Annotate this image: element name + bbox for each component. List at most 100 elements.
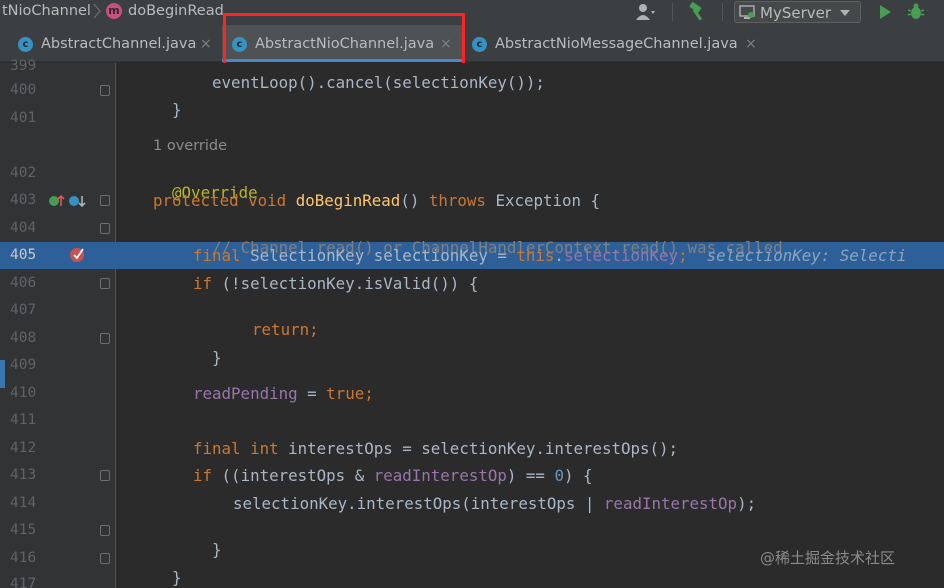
line-number: 414 (10, 495, 37, 511)
scroll-marker (0, 360, 5, 388)
code-text: } (172, 100, 182, 119)
breadcrumb-separator-icon (93, 3, 101, 19)
line-number: 401 (10, 110, 37, 126)
code-line-407: return; (233, 301, 319, 339)
line-number: 413 (10, 467, 37, 483)
code-text: . (554, 246, 564, 265)
line-number: 404 (10, 220, 37, 236)
code-line-413: if ((interestOps & readInterestOp) == 0)… (193, 466, 593, 485)
java-class-icon: c (472, 37, 487, 52)
line-number: 411 (10, 412, 37, 428)
code-text: ((interestOps & (221, 466, 374, 485)
line-number: 415 (10, 522, 37, 538)
line-number: 416 (10, 550, 37, 566)
code-line-399: eventLoop().cancel(selectionKey()); (193, 54, 545, 92)
fold-marker-icon[interactable] (100, 333, 110, 344)
line-number-current: 405 (10, 247, 37, 263)
debug-icon[interactable] (905, 2, 927, 22)
code-text: ); (737, 494, 757, 513)
code-line-416: } (153, 549, 182, 587)
code-line-400: } (153, 81, 182, 119)
code-keyword: final int (193, 439, 279, 458)
code-field: readInterestOp (603, 494, 738, 513)
code-text: } (172, 568, 182, 587)
line-number: 408 (10, 330, 37, 346)
code-method-name: doBeginRead (295, 191, 401, 210)
code-keyword: protected (153, 191, 239, 210)
java-class-icon: c (18, 37, 33, 52)
line-number: 399 (10, 58, 37, 74)
code-line-408: } (193, 329, 222, 367)
code-text: ; (678, 246, 688, 265)
code-text: SelectionKey selectionKey = (250, 246, 517, 265)
tab-label: AbstractChannel.java (41, 36, 197, 52)
fold-marker-icon[interactable] (100, 223, 110, 234)
code-text: (!selectionKey.isValid()) { (221, 274, 479, 293)
code-text: interestOps = selectionKey.interestOps()… (288, 439, 679, 458)
chevron-down-icon (840, 10, 850, 16)
tab-abstract-channel[interactable]: c AbstractChannel.java × (0, 25, 222, 62)
line-number: 417 (10, 576, 37, 588)
run-config-icon (739, 5, 755, 19)
fold-marker-icon[interactable] (100, 525, 110, 536)
line-number: 409 (10, 357, 37, 373)
line-number: 400 (10, 82, 37, 98)
code-text: selectionKey.interestOps(interestOps | (233, 494, 604, 513)
code-text: Exception { (495, 191, 601, 210)
code-text: = (297, 384, 327, 403)
close-icon[interactable]: × (200, 36, 212, 52)
code-keyword: if (193, 274, 213, 293)
code-line-406: if (!selectionKey.isValid()) { (193, 274, 478, 293)
overridden-method-icon[interactable] (68, 193, 88, 209)
close-icon[interactable]: × (745, 36, 757, 52)
code-keyword: this (516, 246, 555, 265)
code-line-403: protected void doBeginRead() throws Exce… (153, 191, 600, 210)
code-line-410: readPending = true; (193, 384, 374, 403)
code-field: selectionKey (563, 246, 679, 265)
debugger-inline-value: selectionKey: Selecti (706, 246, 907, 265)
fold-marker-icon[interactable] (100, 195, 110, 206)
tab-label: AbstractNioMessageChannel.java (495, 36, 738, 52)
line-number: 410 (10, 385, 37, 401)
user-icon[interactable] (634, 2, 656, 22)
navigation-bar: tNioChannel m doBeginRead MyServer (0, 0, 944, 25)
code-line-412: final int interestOps = selectionKey.int… (193, 439, 678, 458)
code-text: ) == (506, 466, 555, 485)
code-line-414: selectionKey.interestOps(interestOps | r… (233, 494, 756, 513)
code-text: ) { (563, 466, 593, 485)
line-number: 402 (10, 165, 37, 181)
code-keyword: throws (428, 191, 486, 210)
run-icon[interactable] (874, 2, 896, 22)
line-number: 412 (10, 440, 37, 456)
method-icon: m (106, 3, 122, 19)
run-config-select[interactable]: MyServer (734, 1, 861, 23)
code-field: readInterestOp (373, 466, 507, 485)
implemented-method-icon[interactable] (48, 193, 66, 209)
fold-marker-icon[interactable] (100, 278, 110, 289)
fold-marker-icon[interactable] (100, 553, 110, 564)
code-line-405: final SelectionKey selectionKey = this.s… (193, 246, 906, 265)
run-config-label: MyServer (760, 4, 832, 22)
code-keyword: void (248, 191, 287, 210)
toolbar-divider (672, 3, 673, 21)
code-keyword: final (193, 246, 241, 265)
line-number: 403 (10, 192, 37, 208)
breakpoint-icon[interactable] (68, 245, 88, 265)
code-keyword: return; (252, 320, 319, 339)
breadcrumb-method[interactable]: doBeginRead (128, 3, 224, 19)
toolbar-divider (722, 3, 723, 21)
code-keyword: if (193, 466, 213, 485)
code-line-415: } (193, 521, 222, 559)
line-number: 407 (10, 302, 37, 318)
build-hammer-icon[interactable] (687, 2, 709, 22)
code-field: readPending (193, 384, 298, 403)
code-text: eventLoop().cancel(selectionKey()); (212, 73, 545, 92)
watermark: @稀土掘金技术社区 (760, 549, 896, 567)
code-text: () (400, 191, 420, 210)
fold-marker-icon[interactable] (100, 85, 110, 96)
code-text: } (212, 348, 222, 367)
breadcrumb-class[interactable]: tNioChannel (2, 3, 91, 19)
override-usage-hint[interactable]: 1 override (153, 138, 227, 154)
code-keyword: true; (326, 384, 374, 403)
fold-marker-icon[interactable] (100, 470, 110, 481)
